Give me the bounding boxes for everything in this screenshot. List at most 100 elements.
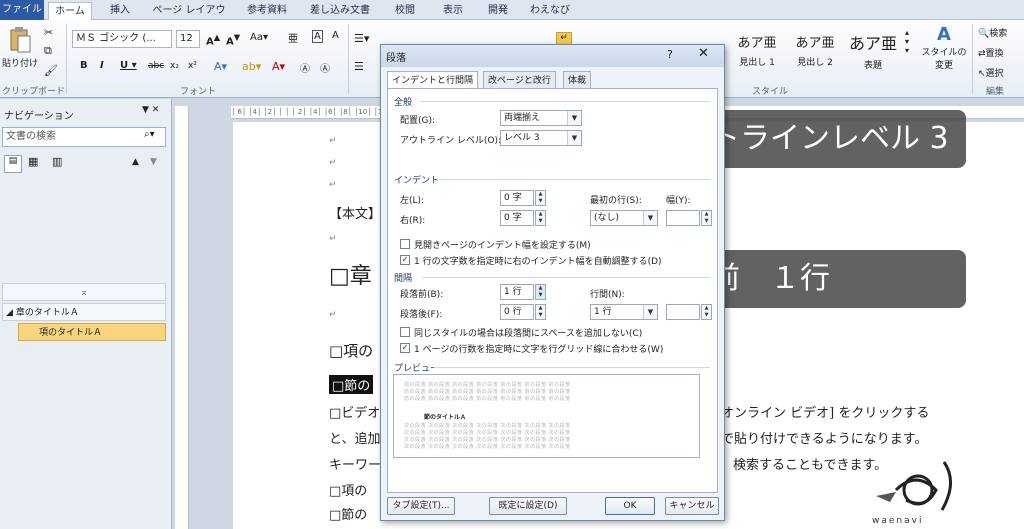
align-left-icon[interactable]: ☰	[354, 60, 364, 73]
doc-item-heading: □項の	[329, 484, 368, 499]
style-label: 見出し 1	[739, 58, 775, 68]
font-color-icon[interactable]: A▾	[272, 60, 285, 73]
set-default-button[interactable]: 既定に設定(D)	[489, 497, 567, 515]
help-icon[interactable]: ?	[667, 48, 673, 61]
chevron-down-icon[interactable]: ▼	[643, 211, 657, 225]
tab-indents-spacing[interactable]: インデントと行間隔	[387, 71, 479, 89]
highlight-icon[interactable]: ab▾	[242, 60, 261, 73]
tabs-button[interactable]: タブ設定(T)...	[387, 497, 455, 515]
vertical-ruler[interactable]	[175, 106, 189, 529]
line-spacing-at-spinner[interactable]: ▲ ▼	[701, 304, 712, 320]
grow-font-icon[interactable]: A▲	[206, 32, 220, 47]
font-size-select[interactable]: 12	[176, 30, 200, 48]
auto-adjust-indent-checkbox[interactable]: ✓	[400, 255, 410, 265]
line-spacing-at-input[interactable]	[666, 304, 700, 320]
shrink-font-icon[interactable]: A▼	[226, 32, 240, 47]
doc-text-line: と、追加	[329, 432, 381, 447]
line-spacing-select[interactable]: 1 行 ▼	[590, 304, 658, 320]
nav-heading-chapter[interactable]: ◢ 章のタイトルＡ	[2, 303, 166, 321]
tab-line-page-breaks[interactable]: 改ページと改行	[483, 71, 556, 89]
section-divider	[422, 277, 710, 278]
phonetic-guide-icon[interactable]: 亜	[288, 30, 298, 45]
chevron-down-icon[interactable]: ▼	[567, 131, 581, 145]
change-styles-button[interactable]: A スタイルの 変更	[920, 24, 968, 71]
clear-formatting-icon[interactable]: A	[332, 30, 339, 41]
paste-button[interactable]	[8, 26, 32, 54]
left-indent-spinner[interactable]: ▲ ▼	[535, 190, 546, 206]
results-view-icon[interactable]: ▥	[52, 155, 62, 168]
tab-review[interactable]: 校閲	[385, 2, 425, 20]
tab-developer[interactable]: 開発	[478, 2, 518, 20]
style-heading-2[interactable]: あア亜 見出し 2	[786, 26, 844, 76]
nav-search-input[interactable]: 文書の検索	[2, 127, 166, 147]
char-border-icon[interactable]: Ⓐ	[320, 60, 330, 75]
nav-heading-item[interactable]: 項のタイトルＡ	[18, 323, 166, 341]
cancel-button[interactable]: キャンセル	[665, 497, 719, 515]
indent-width-input[interactable]	[666, 210, 700, 226]
text-effects-icon[interactable]: A▾	[214, 60, 227, 73]
alignment-select[interactable]: 両端揃え ▼	[500, 110, 582, 126]
collapse-icon[interactable]: ◢	[3, 308, 16, 318]
select-button[interactable]: ↖選択	[978, 66, 1004, 79]
cut-icon[interactable]: ✂	[44, 26, 53, 39]
style-heading-1[interactable]: あア亜 見出し 1	[728, 26, 786, 76]
strikethrough-icon[interactable]: abc	[148, 61, 164, 71]
bullets-icon[interactable]: ☰▾	[354, 32, 369, 45]
spacing-after-input[interactable]: 0 行	[500, 304, 534, 320]
same-style-spacing-checkbox[interactable]	[400, 327, 410, 337]
find-button[interactable]: 🔍検索	[978, 26, 1007, 39]
style-sample: あア亜	[795, 36, 835, 51]
style-sample: あア亜	[848, 34, 897, 53]
enclosed-character-icon[interactable]: A	[312, 30, 323, 43]
superscript-icon[interactable]: x²	[188, 61, 197, 71]
preview-title: 節のタイトルＡ	[424, 414, 467, 421]
subscript-icon[interactable]: x₂	[170, 61, 179, 71]
headings-view-icon[interactable]: ▤	[4, 155, 22, 173]
nav-down-icon[interactable]: ▼	[150, 157, 157, 167]
tab-file[interactable]: ファイル	[0, 0, 44, 20]
close-icon[interactable]: ✕	[698, 46, 709, 61]
dialog-title-bar[interactable]: 段落 ? ✕	[381, 45, 724, 67]
paste-label[interactable]: 貼り付け	[2, 56, 38, 69]
tab-asian-typography[interactable]: 体裁	[563, 71, 592, 89]
replace-button[interactable]: ⇄置換	[978, 46, 1004, 59]
char-shading-icon[interactable]: Ⓐ	[300, 60, 310, 75]
right-indent-spinner[interactable]: ▲ ▼	[535, 210, 546, 226]
tab-waenavi[interactable]: わえなび	[524, 2, 576, 20]
nav-title: ナビゲーション	[4, 111, 74, 122]
style-sample: あア亜	[737, 36, 777, 51]
indent-width-spinner[interactable]: ▲ ▼	[701, 210, 712, 226]
copy-icon[interactable]: ⧉	[44, 44, 52, 58]
nav-menu-icon[interactable]: ▼ ✕	[142, 105, 159, 115]
spacing-before-input[interactable]: 1 行	[500, 284, 534, 300]
italic-icon[interactable]: I	[100, 60, 104, 71]
chevron-down-icon[interactable]: ▼	[643, 305, 657, 319]
left-indent-input[interactable]: 0 字	[500, 190, 534, 206]
mirror-indents-checkbox[interactable]	[400, 239, 410, 249]
snap-to-grid-checkbox[interactable]: ✓	[400, 343, 410, 353]
underline-icon[interactable]: U ▾	[120, 60, 137, 71]
outline-level-select[interactable]: レベル 3 ▼	[500, 130, 582, 146]
change-case-icon[interactable]: Aa▾	[250, 32, 268, 43]
search-icon[interactable]: ⌕▾	[144, 129, 155, 140]
right-indent-input[interactable]: 0 字	[500, 210, 534, 226]
chevron-down-icon[interactable]: ▼	[567, 111, 581, 125]
tab-page-layout[interactable]: ページ レイアウト	[148, 2, 230, 34]
tab-view[interactable]: 表示	[433, 2, 473, 20]
nav-collapse-all-icon[interactable]: ⌅	[2, 283, 166, 301]
tab-home[interactable]: ホーム	[48, 2, 92, 20]
tab-insert[interactable]: 挿入	[100, 2, 140, 20]
first-line-select[interactable]: (なし) ▼	[590, 210, 658, 226]
style-title[interactable]: あア亜 表題	[844, 26, 902, 76]
format-painter-icon[interactable]: 🖌	[44, 64, 58, 77]
styles-scroll-icon[interactable]: ▴ ▾ ▾	[905, 28, 909, 55]
spacing-before-spinner[interactable]: ▲ ▼	[535, 284, 546, 300]
font-name-select[interactable]: ＭＳ ゴシック (...	[72, 30, 172, 48]
tab-mailings[interactable]: 差し込み文書	[305, 2, 375, 20]
tab-references[interactable]: 参考資料	[238, 2, 296, 20]
nav-up-icon[interactable]: ▲	[132, 157, 139, 167]
ok-button[interactable]: OK	[605, 497, 655, 515]
pages-view-icon[interactable]: ▦	[28, 155, 38, 168]
bold-icon[interactable]: B	[80, 60, 88, 71]
spacing-after-spinner[interactable]: ▲ ▼	[535, 304, 546, 320]
